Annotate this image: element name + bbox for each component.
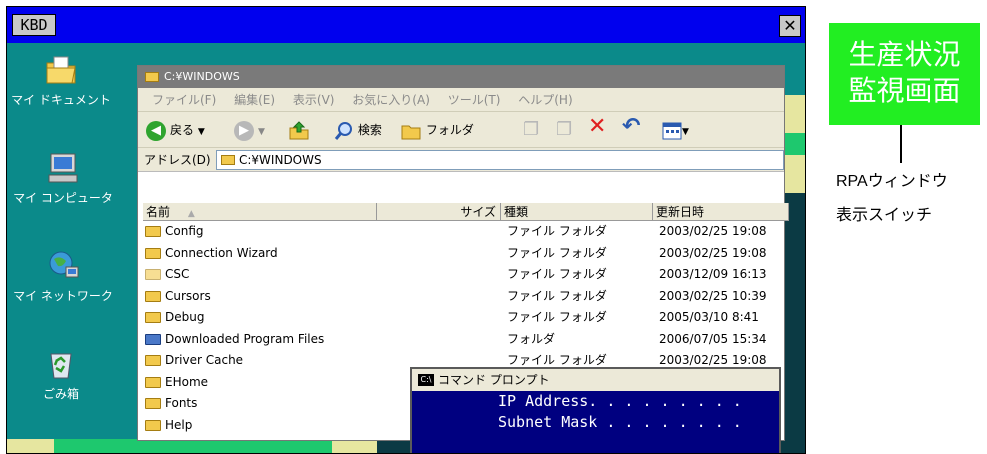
address-label: アドレス(D) xyxy=(144,153,211,167)
menu-view[interactable]: 表示(V) xyxy=(293,88,335,112)
close-button[interactable]: ✕ xyxy=(779,15,801,37)
up-folder-button[interactable] xyxy=(288,120,310,140)
desktop-icon-label: マイ コンピュータ xyxy=(13,191,113,205)
command-prompt-title: コマンド プロンプト xyxy=(438,373,550,387)
list-item[interactable]: CSC ファイル フォルダ 2003/12/09 16:13 xyxy=(143,264,783,286)
search-icon xyxy=(334,121,352,140)
up-folder-icon xyxy=(289,121,309,140)
desktop-icon-label: マイ ネットワーク xyxy=(13,289,113,303)
menu-tools[interactable]: ツール(T) xyxy=(448,88,501,112)
copy-to-icon: ❐ xyxy=(556,119,573,140)
file-list-header: 名前 ▲ サイズ 種類 更新日時 xyxy=(143,203,789,221)
forward-arrow-icon: ▶ xyxy=(234,120,254,141)
callout-line xyxy=(900,125,902,163)
undo-button[interactable]: ↶ xyxy=(622,114,641,139)
scroll-strip xyxy=(784,43,805,453)
explorer-title: C:¥WINDOWS xyxy=(164,70,240,83)
views-button[interactable]: ▼ xyxy=(662,120,689,140)
recycle-bin-icon xyxy=(50,353,72,379)
chevron-down-icon: ▼ xyxy=(197,127,205,137)
back-arrow-icon: ◀ xyxy=(146,120,166,141)
desktop-icon-label: マイ ドキュメント xyxy=(11,93,111,107)
menu-edit[interactable]: 編集(E) xyxy=(234,88,275,112)
desktop-icon-my-documents[interactable]: マイ ドキュメント xyxy=(7,53,121,108)
copy-to-button[interactable]: ❐ xyxy=(556,120,572,140)
rpa-window: KBD ✕ マイ ドキュメント マイ コンピュータ マイ ネットワーク ごみ箱 … xyxy=(6,6,806,454)
cmd-icon: C:\ xyxy=(418,374,434,386)
list-item[interactable]: Cursors ファイル フォルダ 2003/02/25 10:39 xyxy=(143,286,783,308)
folders-button[interactable]: フォルダ xyxy=(400,120,474,140)
callout-caption: RPAウィンドウ 表示スイッチ xyxy=(836,165,948,233)
my-documents-icon xyxy=(46,56,76,84)
cmd-output-line: IP Address. . . . . . . . . xyxy=(498,392,742,410)
column-name[interactable]: 名前 ▲ xyxy=(143,203,377,221)
menu-favorites[interactable]: お気に入り(A) xyxy=(352,88,430,112)
toolbar: ◀ 戻る ▼ ▶ ▼ 検索 フォルダ ❐ ❐ ✕ ↶ ▼ xyxy=(138,112,784,148)
menu-file[interactable]: ファイル(F) xyxy=(152,88,216,112)
delete-icon: ✕ xyxy=(588,114,607,139)
search-button[interactable]: 検索 xyxy=(334,120,382,140)
caption-line1: RPAウィンドウ xyxy=(836,173,948,190)
folder-icon xyxy=(145,72,159,82)
delete-button[interactable]: ✕ xyxy=(588,114,607,139)
explorer-titlebar[interactable]: C:¥WINDOWS xyxy=(138,66,784,88)
my-computer-icon xyxy=(48,153,78,183)
address-value: C:¥WINDOWS xyxy=(239,153,322,167)
column-type[interactable]: 種類 xyxy=(501,203,653,221)
menu-help[interactable]: ヘルプ(H) xyxy=(518,88,572,112)
command-prompt-window[interactable]: C:\ コマンド プロンプト IP Address. . . . . . . .… xyxy=(410,367,781,453)
folders-icon xyxy=(401,125,421,139)
move-to-icon: ❐ xyxy=(523,119,540,140)
caption-line2: 表示スイッチ xyxy=(836,207,933,224)
back-button[interactable]: ◀ 戻る ▼ xyxy=(146,120,205,141)
chevron-down-icon: ▼ xyxy=(682,127,689,137)
list-item[interactable]: Downloaded Program Files フォルダ 2006/07/05 1… xyxy=(143,329,783,351)
rpa-window-title: KBD xyxy=(12,14,56,36)
monitor-switch-button[interactable]: 生産状況 監視画面 xyxy=(829,23,980,125)
desktop-icon-label: ごみ箱 xyxy=(42,387,79,401)
list-item[interactable]: Config ファイル フォルダ 2003/02/25 19:08 xyxy=(143,221,783,243)
desktop-icon-my-computer[interactable]: マイ コンピュータ xyxy=(7,151,123,206)
undo-icon: ↶ xyxy=(622,114,641,139)
switch-label-line1: 生産状況 xyxy=(848,38,961,71)
address-input[interactable]: C:¥WINDOWS xyxy=(216,150,784,170)
switch-label-line2: 監視画面 xyxy=(848,74,961,107)
chevron-down-icon: ▼ xyxy=(258,127,265,137)
network-icon xyxy=(49,251,79,278)
move-to-button[interactable]: ❐ xyxy=(523,120,539,140)
menu-bar: ファイル(F) 編集(E) 表示(V) お気に入り(A) ツール(T) ヘルプ(… xyxy=(138,88,784,112)
desktop-icon-recycle-bin[interactable]: ごみ箱 xyxy=(7,347,121,402)
views-icon xyxy=(662,122,682,139)
column-size[interactable]: サイズ xyxy=(377,203,501,221)
list-item[interactable]: Connection Wizard ファイル フォルダ 2003/02/25 19:… xyxy=(143,243,783,265)
desktop-icon-my-network[interactable]: マイ ネットワーク xyxy=(7,249,123,304)
column-modified[interactable]: 更新日時 xyxy=(653,203,789,221)
folder-icon xyxy=(221,155,235,165)
forward-button[interactable]: ▶ ▼ xyxy=(234,120,265,141)
rpa-titlebar[interactable]: KBD ✕ xyxy=(7,7,805,43)
sort-up-icon: ▲ xyxy=(187,209,195,219)
command-prompt-titlebar[interactable]: C:\ コマンド プロンプト xyxy=(412,369,779,391)
list-item[interactable]: Debug ファイル フォルダ 2005/03/10 8:41 xyxy=(143,307,783,329)
cmd-output-line: Subnet Mask . . . . . . . . xyxy=(498,413,742,431)
address-bar: アドレス(D) C:¥WINDOWS xyxy=(138,148,784,172)
